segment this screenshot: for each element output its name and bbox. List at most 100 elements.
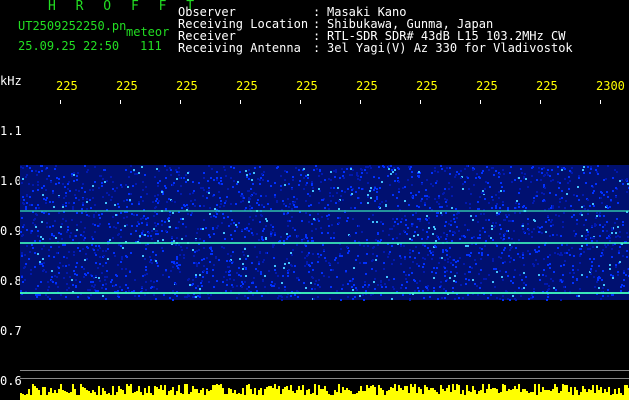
noise-speck [436,201,438,203]
noise-speck [41,263,43,265]
noise-speck [287,212,289,214]
noise-speck [231,284,233,286]
noise-speck [126,216,128,218]
noise-speck [149,256,151,258]
noise-speck [503,238,505,240]
noise-speck [25,206,27,208]
noise-speck [604,244,606,246]
noise-speck [93,286,95,288]
noise-speck [311,230,313,232]
level-bar [110,395,112,400]
noise-speck [411,239,413,241]
noise-speck [201,259,203,261]
noise-speck [75,279,77,281]
noise-speck [503,249,505,251]
level-bar [188,394,190,400]
noise-speck [104,169,106,171]
noise-speck [537,263,539,265]
noise-speck [601,202,603,204]
noise-speck [264,286,266,288]
noise-speck [432,251,434,253]
noise-speck [144,294,146,296]
noise-speck [255,286,257,288]
noise-speck [203,189,205,191]
noise-speck [402,294,404,296]
noise-speck [595,270,597,272]
noise-speck [170,270,172,272]
noise-speck [391,169,393,171]
noise-speck [203,172,205,174]
noise-speck [547,174,549,176]
noise-speck [65,265,67,267]
noise-speck [226,196,228,198]
noise-speck [386,276,388,278]
level-bar [534,384,536,400]
noise-speck [63,197,65,199]
noise-speck [519,256,521,258]
noise-speck [525,178,527,180]
noise-speck [583,251,585,253]
noise-speck [303,238,305,240]
noise-speck [156,168,158,170]
level-bar [360,386,362,400]
noise-speck [367,286,369,288]
noise-speck [71,175,73,177]
level-bar [138,386,140,400]
noise-speck [597,279,599,281]
noise-speck [251,207,253,209]
level-bar [376,395,378,400]
noise-speck [499,173,501,175]
noise-speck [208,297,210,299]
noise-speck [328,208,330,210]
noise-speck [619,231,621,233]
noise-speck [607,295,609,297]
noise-speck [246,176,248,178]
noise-speck [212,275,214,277]
noise-speck [596,246,598,248]
level-bar [216,384,218,400]
noise-speck [487,254,489,256]
noise-speck [504,233,506,235]
noise-speck [155,225,157,227]
noise-speck [369,190,371,192]
noise-speck [562,221,564,223]
noise-speck [625,179,627,181]
noise-speck [477,201,479,203]
noise-speck [351,174,353,176]
noise-speck [94,231,96,233]
noise-speck [571,216,573,218]
noise-speck [260,273,262,275]
noise-speck [330,187,332,189]
noise-speck [444,188,446,190]
noise-speck [83,231,85,233]
noise-speck [136,225,138,227]
noise-speck [120,236,122,238]
noise-speck [469,271,471,273]
noise-speck [296,277,298,279]
noise-speck [156,213,158,215]
noise-speck [331,224,333,226]
noise-speck [91,275,93,277]
noise-speck [62,183,64,185]
level-bar [482,384,484,400]
noise-speck [117,222,119,224]
noise-speck [623,285,625,287]
noise-speck [112,237,114,239]
noise-speck [226,260,228,262]
noise-speck [451,207,453,209]
noise-speck [482,227,484,229]
noise-speck [489,186,491,188]
noise-speck [115,284,117,286]
noise-speck [479,287,481,289]
noise-speck [34,224,36,226]
noise-speck [228,225,230,227]
noise-speck [81,208,83,210]
noise-speck [463,263,465,265]
noise-speck [518,177,520,179]
level-bar [574,387,576,400]
noise-speck [126,256,128,258]
noise-speck [435,182,437,184]
noise-speck [63,176,65,178]
noise-speck [176,295,178,297]
noise-speck [495,170,497,172]
